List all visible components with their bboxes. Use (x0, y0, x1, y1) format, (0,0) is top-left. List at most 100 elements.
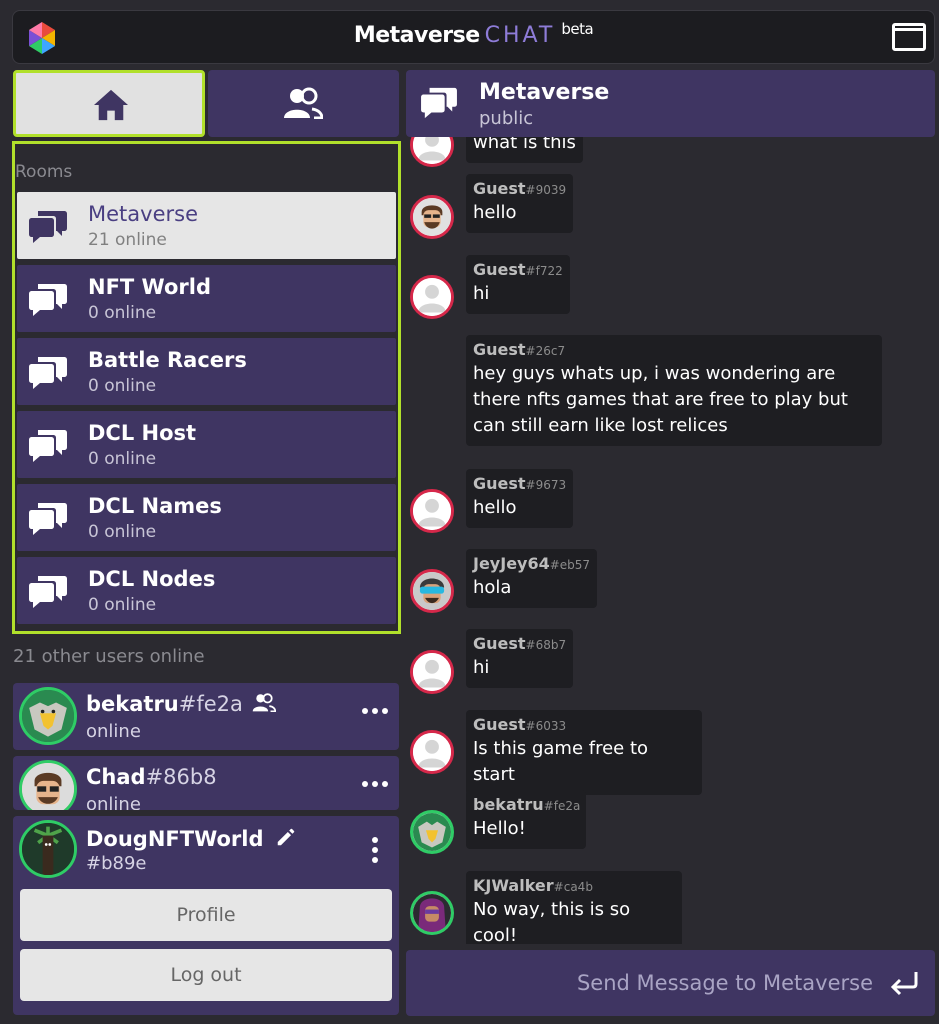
room-online-count: 0 online (88, 522, 157, 542)
avatar (19, 687, 77, 745)
message-author[interactable]: Guest#68b7 (473, 634, 566, 653)
message-list[interactable]: what is this Guest#9039 hello Guest#f722 hi G… (406, 137, 935, 944)
room-name: DCL Nodes (88, 567, 216, 591)
chat-bubbles-icon (29, 211, 67, 243)
message-author[interactable]: bekatru#fe2a (473, 795, 580, 814)
room-name: Battle Racers (88, 348, 247, 372)
room-online-count: 0 online (88, 376, 157, 396)
message-bubble: Guest#9673 hello (466, 469, 574, 528)
message-avatar[interactable] (410, 195, 454, 239)
message-author[interactable]: Guest#26c7 (473, 340, 875, 359)
chat-room-title: Metaverse (479, 80, 610, 105)
room-item[interactable]: DCL Host 0 online (17, 411, 396, 478)
room-name: Metaverse (88, 202, 198, 226)
room-item[interactable]: DCL Nodes 0 online (17, 557, 396, 624)
chat-room-visibility: public (479, 108, 534, 129)
tab-friends[interactable] (208, 70, 399, 137)
message-author[interactable]: Guest#9673 (473, 474, 566, 493)
message-bubble: what is this (466, 137, 583, 163)
default-user-icon (413, 137, 451, 164)
message-avatar[interactable] (410, 137, 454, 167)
room-item[interactable]: NFT World 0 online (17, 265, 396, 332)
griffin-avatar-icon (22, 690, 74, 742)
message-avatar[interactable] (410, 730, 454, 774)
chat-bubbles-icon (29, 430, 67, 462)
user-status: online (86, 794, 141, 810)
message-bubble: Guest#26c7 hey guys whats up, i was wonde… (466, 335, 882, 446)
griffin-avatar-icon (413, 813, 451, 851)
message-avatar[interactable] (410, 810, 454, 854)
room-item[interactable]: Metaverse 21 online (17, 192, 396, 259)
message-text: No way, this is so cool! (473, 899, 631, 944)
rooms-panel: Rooms Metaverse 21 online NFT World 0 onlin… (12, 141, 401, 634)
message-text: hello (473, 497, 517, 518)
message-bubble: KJWalker#ca4b No way, this is so cool! (466, 871, 682, 944)
message-text: Hello! (473, 818, 526, 839)
profile-button[interactable]: Profile (20, 889, 392, 941)
users-icon (284, 87, 323, 119)
message-bubble: JeyJey64#eb57 hola (466, 549, 598, 608)
chat-bubbles-icon (29, 503, 67, 535)
man-avatar-icon (413, 198, 451, 236)
message-avatar[interactable] (410, 569, 454, 613)
room-online-count: 0 online (88, 449, 157, 469)
my-tag: #b89e (86, 853, 147, 874)
tab-home[interactable] (13, 70, 205, 137)
message-author[interactable]: Guest#6033 (473, 715, 695, 734)
room-name: DCL Host (88, 421, 197, 445)
room-item[interactable]: DCL Names 0 online (17, 484, 396, 551)
message-input[interactable] (406, 950, 935, 1016)
vr-avatar-icon (413, 572, 451, 610)
kebab-menu-icon[interactable] (371, 836, 379, 864)
rooms-label: Rooms (15, 162, 73, 182)
user-card-chad[interactable]: Chad#86b8 online (13, 756, 399, 810)
message-bubble: Guest#68b7 hi (466, 629, 574, 688)
logout-button[interactable]: Log out (20, 949, 392, 1001)
edit-pencil-icon[interactable] (275, 826, 297, 848)
app-title: Metaverse CHAT beta (13, 20, 934, 48)
room-name: NFT World (88, 275, 211, 299)
chat-bubbles-icon (29, 357, 67, 389)
default-user-icon (413, 653, 451, 691)
more-options-icon[interactable] (361, 705, 389, 717)
message-bubble: bekatru#fe2a Hello! (466, 790, 586, 849)
message-text: what is this (473, 137, 576, 153)
default-user-icon (413, 278, 451, 316)
home-icon (94, 89, 128, 121)
user-name: Chad#86b8 (86, 765, 217, 789)
message-avatar[interactable] (410, 275, 454, 319)
message-bubble: Guest#9039 hello (466, 174, 574, 233)
chat-header: Metaverse public (406, 70, 935, 137)
default-user-icon (413, 492, 451, 530)
room-item[interactable]: Battle Racers 0 online (17, 338, 396, 405)
chat-bubbles-icon (29, 576, 67, 608)
message-avatar[interactable] (410, 650, 454, 694)
online-users-label: 21 other users online (13, 646, 205, 667)
beta-label: beta (561, 20, 594, 38)
chat-bubbles-icon (421, 87, 457, 119)
message-bubble: Guest#6033 Is this game free to start (466, 710, 702, 795)
my-profile-card: DougNFTWorld #b89e Profile Log out (13, 816, 399, 1015)
message-avatar[interactable] (410, 489, 454, 533)
room-online-count: 0 online (88, 595, 157, 615)
message-text: hello (473, 202, 517, 223)
my-avatar (19, 820, 77, 878)
app-title-main: Metaverse (353, 23, 480, 48)
palm-avatar-icon (22, 823, 74, 875)
message-text: Is this game free to start (473, 738, 649, 785)
user-name: bekatru#fe2a (86, 692, 277, 716)
message-author[interactable]: KJWalker#ca4b (473, 876, 675, 895)
message-author[interactable]: Guest#9039 (473, 179, 566, 198)
message-text: hi (473, 657, 490, 678)
top-bar: Metaverse CHAT beta (12, 10, 935, 64)
app-title-chat: CHAT (484, 23, 556, 48)
message-bubble: Guest#f722 hi (466, 255, 570, 314)
user-card-bekatru[interactable]: bekatru#fe2a online (13, 683, 399, 750)
enter-send-icon[interactable] (888, 970, 920, 996)
maximize-window-icon[interactable] (892, 23, 926, 51)
message-author[interactable]: JeyJey64#eb57 (473, 554, 590, 573)
user-status: online (86, 721, 141, 742)
message-avatar[interactable] (410, 891, 454, 935)
more-options-icon[interactable] (361, 778, 389, 790)
message-author[interactable]: Guest#f722 (473, 260, 563, 279)
